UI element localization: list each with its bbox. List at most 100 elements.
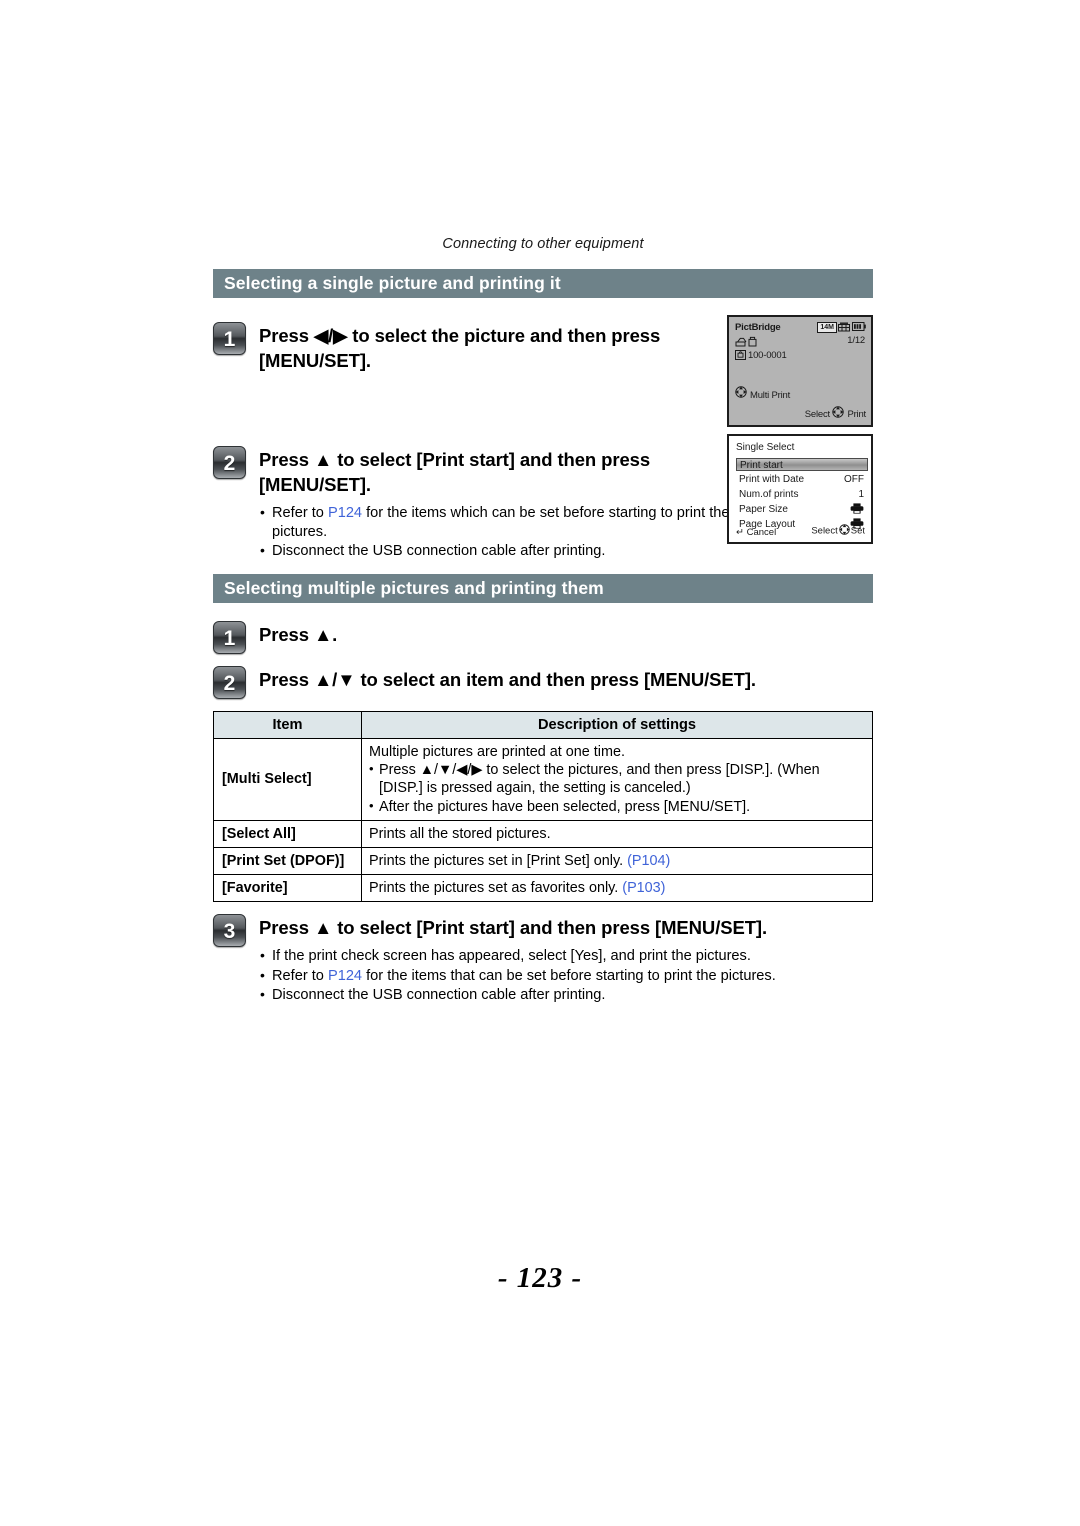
dpad-icon-svg xyxy=(735,386,747,398)
menu-row-print-with-date[interactable]: Print with Date OFF xyxy=(736,473,868,486)
step-2-single: 2 Press ▲ to select [Print start] and th… xyxy=(213,446,733,562)
printer-icon xyxy=(850,503,864,518)
step-2-multiple-title: Press ▲/▼ to select an item and then pre… xyxy=(259,669,756,690)
menu-footer-select-label: Select xyxy=(811,525,838,537)
description-text: Prints the pictures set in [Print Set] o… xyxy=(369,853,628,870)
menu-row-label: Num.of prints xyxy=(739,489,799,500)
table-row: [Favorite] Prints the pictures set as fa… xyxy=(213,874,873,903)
picture-counter: 1/12 xyxy=(847,335,865,346)
step-3-multiple: 3 Press ▲ to select [Print start] and th… xyxy=(213,914,873,1006)
section-header-single: Selecting a single picture and printing … xyxy=(213,269,873,298)
bullet-text-pre: Refer to xyxy=(272,505,328,521)
folder-icon-svg xyxy=(735,350,746,360)
menu-row-paper-size[interactable]: Paper Size xyxy=(736,503,868,516)
dpad-icon-multi xyxy=(735,386,747,401)
menu-row-label: Print with Date xyxy=(739,474,805,485)
table-header-row: Item Description of settings xyxy=(213,711,873,739)
step-3-multiple-bullets: If the print check screen has appeared, … xyxy=(259,946,776,1005)
lcd-screen-pictbridge: PictBridge 14M 1/12 100-0001 Multi Print… xyxy=(727,315,873,427)
page-reference-link[interactable]: (P103) xyxy=(622,880,665,896)
table-cell-item: [Select All] xyxy=(213,819,362,849)
print-mode-icons xyxy=(735,336,761,350)
table-cell-description: Multiple pictures are printed at one tim… xyxy=(361,738,873,821)
step-2-single-title: Press ▲ to select [Print start] and then… xyxy=(259,449,651,495)
file-number-icon xyxy=(735,350,746,363)
table-row: [Multi Select] Multiple pictures are pri… xyxy=(213,738,873,821)
step-1-multiple: 1 Press ▲. xyxy=(213,621,873,654)
description-text: Prints the pictures set as favorites onl… xyxy=(369,880,623,897)
resolution-chip-label: 14M xyxy=(817,322,837,333)
menu-row-value: OFF xyxy=(844,474,864,485)
bullet-text-pre: Refer to xyxy=(272,967,328,984)
step-2-multiple: 2 Press ▲/▼ to select an item and then p… xyxy=(213,666,873,699)
step-1-multiple-title: Press ▲. xyxy=(259,624,338,645)
menu-footer-select-set: Select Set xyxy=(811,524,865,538)
quality-grid-icon xyxy=(838,322,850,335)
step-badge-1: 1 xyxy=(213,621,246,654)
table-row: [Select All] Prints all the stored pictu… xyxy=(213,819,873,849)
menu-footer-cancel-label: Cancel xyxy=(746,527,777,538)
footer-print-label: Print xyxy=(847,409,866,420)
table-cell-item: [Favorite] xyxy=(213,874,362,903)
quality-grid-icon-svg xyxy=(838,322,850,332)
back-arrow-icon: ↵ xyxy=(736,527,744,538)
menu-row-label: Print start xyxy=(740,460,783,471)
bullet-item: If the print check screen has appeared, … xyxy=(259,946,776,966)
manual-page: Connecting to other equipment Selecting … xyxy=(0,0,1080,1526)
menu-row-print-start[interactable]: Print start xyxy=(736,458,868,471)
description-bullet: After the pictures have been selected, p… xyxy=(369,797,865,816)
step-badge-1: 1 xyxy=(213,322,246,355)
table-cell-description: Prints the pictures set in [Print Set] o… xyxy=(361,847,873,876)
battery-icon xyxy=(852,322,866,334)
battery-icon-svg xyxy=(852,322,866,331)
page-number: - 123 - xyxy=(497,1262,583,1294)
menu-title: Single Select xyxy=(736,442,795,453)
step-1-single-title: Press ◀/▶ to select the picture and then… xyxy=(259,325,661,371)
description-bullet-cont: [DISP.] is pressed again, the setting is… xyxy=(379,780,691,797)
description-text: Prints all the stored pictures. xyxy=(369,825,551,842)
footer-select-label: Select xyxy=(804,409,830,420)
bullet-item: Refer to P124 for the items which can be… xyxy=(259,503,733,541)
printer-small-icon-svg xyxy=(735,336,757,347)
step-3-multiple-title: Press ▲ to select [Print start] and then… xyxy=(259,917,768,938)
bullet-item: Disconnect the USB connection cable afte… xyxy=(259,541,733,561)
step-1-single: 1 Press ◀/▶ to select the picture and th… xyxy=(213,322,733,373)
menu-row-label: Paper Size xyxy=(739,504,788,515)
bullet-text-pre: Disconnect the USB connection cable afte… xyxy=(272,543,606,559)
table-cell-item: [Print Set (DPOF)] xyxy=(213,847,362,876)
section-header-single-label: Selecting a single picture and printing … xyxy=(224,273,561,293)
running-head: Connecting to other equipment xyxy=(442,236,644,252)
bullet-text-post: for the items that can be set before sta… xyxy=(362,967,776,984)
page-reference-link[interactable]: P124 xyxy=(328,968,362,984)
dpad-icon-footer xyxy=(832,406,844,421)
table-cell-description: Prints all the stored pictures. xyxy=(361,819,873,849)
step-badge-3: 3 xyxy=(213,914,246,947)
dpad-icon xyxy=(839,524,850,538)
step-2-single-bullets: Refer to P124 for the items which can be… xyxy=(259,503,733,561)
dpad-icon-svg xyxy=(839,524,850,535)
page-reference-link[interactable]: P124 xyxy=(328,505,362,521)
description-bullet: Press ▲/▼/◀/▶ to select the pictures, an… xyxy=(369,760,865,779)
menu-footer-cancel[interactable]: ↵ Cancel xyxy=(736,527,776,538)
bullet-item: Refer to P124 for the items that can be … xyxy=(259,966,776,986)
step-badge-2: 2 xyxy=(213,666,246,699)
dpad-icon-svg xyxy=(832,406,844,418)
lcd-screen-single-select-menu: Single Select Print start Print with Dat… xyxy=(727,434,873,544)
file-number-label: 100-0001 xyxy=(748,350,787,361)
menu-footer-set-label: Set xyxy=(850,525,865,537)
bullet-item: Disconnect the USB connection cable afte… xyxy=(259,985,776,1005)
page-reference-link[interactable]: (P104) xyxy=(627,853,670,869)
lcd-title-pictbridge: PictBridge xyxy=(735,322,781,333)
table-row: [Print Set (DPOF)] Prints the pictures s… xyxy=(213,847,873,876)
printer-icon-svg xyxy=(850,503,864,514)
bullet-text-pre: Disconnect the USB connection cable afte… xyxy=(272,987,606,1003)
section-header-multiple: Selecting multiple pictures and printing… xyxy=(213,574,873,603)
menu-row-num-of-prints[interactable]: Num.of prints 1 xyxy=(736,488,868,501)
description-lead: Multiple pictures are printed at one tim… xyxy=(369,744,625,760)
multi-print-label: Multi Print xyxy=(750,390,791,401)
table-header-description: Description of settings xyxy=(361,711,873,739)
menu-row-value: 1 xyxy=(858,489,864,500)
table-cell-description: Prints the pictures set as favorites onl… xyxy=(361,874,873,903)
section-header-multiple-label: Selecting multiple pictures and printing… xyxy=(224,578,604,598)
settings-table: Item Description of settings [Multi Sele… xyxy=(213,711,873,903)
